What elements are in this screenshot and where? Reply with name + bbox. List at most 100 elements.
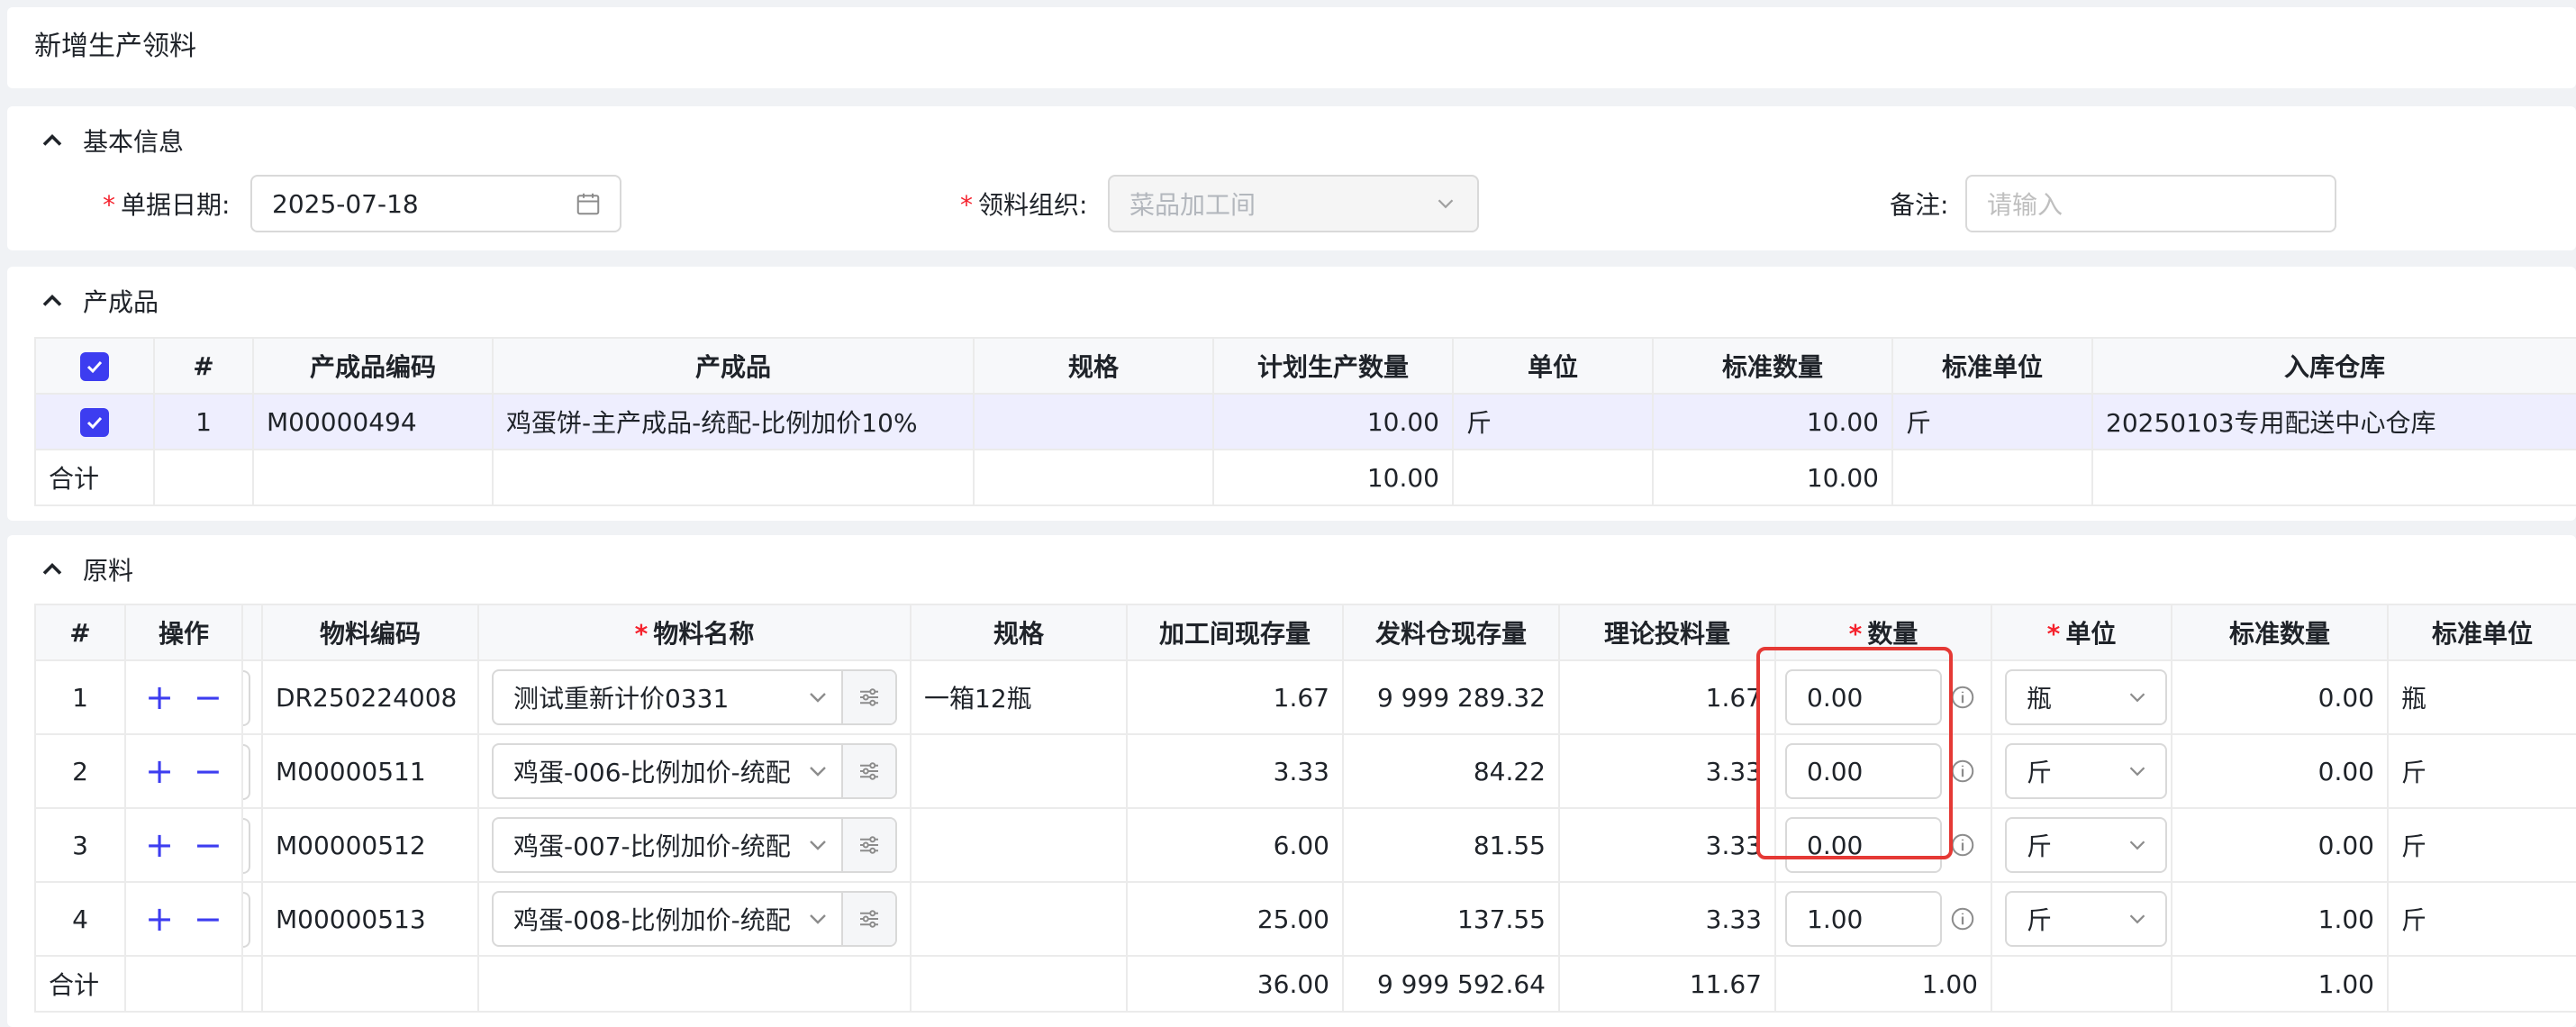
material-spec — [910, 733, 1128, 809]
material-name-select[interactable]: 测试重新计价0331 — [492, 669, 897, 725]
info-icon[interactable] — [1949, 758, 1976, 785]
wh-stock: 84.22 — [1342, 733, 1560, 809]
col-header: 标准数量 — [1652, 337, 1893, 395]
sum-wh-stock: 9 999 592.64 — [1342, 955, 1560, 1013]
product-spec — [973, 393, 1214, 450]
material-code: M00000512 — [261, 807, 479, 883]
remove-row-button[interactable]: − — [194, 754, 222, 788]
remove-row-button[interactable]: − — [194, 902, 222, 936]
date-value: 2025-07-18 — [272, 188, 419, 219]
unit-cell: 斤 — [1991, 733, 2172, 809]
chevron-down-icon — [2124, 905, 2151, 932]
table-header-row: # 产成品编码 产成品 规格 计划生产数量 单位 标准数量 标准单位 入库仓库 — [34, 337, 2576, 395]
product-header[interactable]: 产成品 — [36, 283, 159, 319]
unit-value: 斤 — [2027, 905, 2053, 935]
col-header: 规格 — [910, 604, 1128, 661]
qty-input[interactable]: 1.00 — [1785, 891, 1942, 947]
date-input[interactable]: 2025-07-18 — [250, 175, 621, 232]
theory-qty: 1.67 — [1558, 659, 1776, 735]
sum-std-qty: 1.00 — [2171, 955, 2389, 1013]
table-row[interactable]: 1 M00000494 鸡蛋饼-主产成品-统配-比例加价10% 10.00 斤 … — [34, 393, 2576, 450]
date-label: * 单据日期: — [103, 190, 231, 220]
col-header: * 物料名称 — [477, 604, 912, 661]
sum-qty: 1.00 — [1774, 955, 1992, 1013]
material-name-value: 鸡蛋-007-比例加价-统配 — [513, 832, 791, 861]
std-unit: 斤 — [2387, 881, 2576, 957]
col-header: 标准单位 — [1891, 337, 2093, 395]
page-header: 新增生产领料 — [7, 7, 2576, 88]
sum-theory: 11.67 — [1558, 955, 1776, 1013]
std-qty: 0.00 — [2171, 807, 2389, 883]
unit-select[interactable]: 瓶 — [2005, 669, 2167, 725]
theory-qty: 3.33 — [1558, 807, 1776, 883]
filter-settings-icon[interactable] — [841, 671, 895, 723]
table-row[interactable]: 1 + − DR250224008 测试重新计价0331 一箱12瓶 1.67 … — [34, 659, 2576, 735]
std-qty: 1.00 — [2171, 881, 2389, 957]
unit-cell: 斤 — [1991, 807, 2172, 883]
theory-qty: 3.33 — [1558, 733, 1776, 809]
table-row[interactable]: 3 + − M00000512 鸡蛋-007-比例加价-统配 6.00 81.5… — [34, 807, 2576, 883]
material-name-cell: 鸡蛋-006-比例加价-统配 — [477, 733, 912, 809]
unit-cell: 瓶 — [1991, 659, 2172, 735]
page-title: 新增生产领料 — [34, 31, 196, 62]
remark-label: 备注: — [1890, 190, 1949, 220]
sum-row: 合计 10.00 10.00 — [34, 449, 2576, 506]
std-unit: 斤 — [1891, 393, 2093, 450]
col-header: 标准数量 — [2171, 604, 2389, 661]
remove-row-button[interactable]: − — [194, 828, 222, 862]
sum-row: 合计 36.00 9 999 592.64 11.67 1.00 1.00 — [34, 955, 2576, 1013]
product-code: M00000494 — [252, 393, 494, 450]
info-icon[interactable] — [1949, 832, 1976, 859]
info-icon[interactable] — [1949, 905, 1976, 932]
filter-settings-icon[interactable] — [841, 819, 895, 871]
select-all-checkbox[interactable] — [34, 337, 155, 395]
chevron-up-icon[interactable] — [36, 124, 68, 157]
row-actions: + − — [124, 881, 243, 957]
row-index: 4 — [34, 881, 126, 957]
col-header: 标准单位 — [2387, 604, 2576, 661]
wh-stock: 81.55 — [1342, 807, 1560, 883]
chevron-up-icon[interactable] — [36, 553, 68, 586]
unit-select[interactable]: 斤 — [2005, 743, 2167, 799]
table-row[interactable]: 4 + − M00000513 鸡蛋-008-比例加价-统配 25.00 137… — [34, 881, 2576, 957]
col-header: 计划生产数量 — [1212, 337, 1454, 395]
remove-row-button[interactable]: − — [194, 680, 222, 714]
remark-input[interactable]: 请输入 — [1965, 175, 2336, 232]
material-name-cell: 鸡蛋-007-比例加价-统配 — [477, 807, 912, 883]
std-unit: 斤 — [2387, 733, 2576, 809]
info-icon[interactable] — [1949, 684, 1976, 711]
col-header: # — [153, 337, 254, 395]
sum-plan-qty: 10.00 — [1212, 449, 1454, 506]
chevron-down-icon — [803, 831, 832, 859]
add-row-button[interactable]: + — [145, 680, 174, 714]
material-spec: 一箱12瓶 — [910, 659, 1128, 735]
row-index: 2 — [34, 733, 126, 809]
material-header[interactable]: 原料 — [36, 551, 133, 587]
material-name-select[interactable]: 鸡蛋-008-比例加价-统配 — [492, 891, 897, 947]
chevron-up-icon[interactable] — [36, 285, 68, 317]
product-table: # 产成品编码 产成品 规格 计划生产数量 单位 标准数量 标准单位 入库仓库 … — [34, 337, 2576, 506]
add-row-button[interactable]: + — [145, 828, 174, 862]
org-select[interactable]: 菜品加工间 — [1108, 175, 1479, 232]
filter-settings-icon[interactable] — [841, 745, 895, 797]
unit-value: 瓶 — [2027, 684, 2053, 713]
row-actions: + − — [124, 659, 243, 735]
basic-info-header[interactable]: 基本信息 — [36, 123, 184, 159]
col-header: 发料仓现存量 — [1342, 604, 1560, 661]
unit-select[interactable]: 斤 — [2005, 891, 2167, 947]
row-checkbox[interactable] — [34, 393, 155, 450]
filter-settings-icon[interactable] — [841, 893, 895, 945]
row-actions: + − — [124, 733, 243, 809]
chevron-down-icon — [2124, 684, 2151, 711]
add-row-button[interactable]: + — [145, 754, 174, 788]
fixed-column-divider — [241, 881, 263, 957]
add-row-button[interactable]: + — [145, 902, 174, 936]
col-header: 产成品 — [492, 337, 975, 395]
unit-select[interactable]: 斤 — [2005, 817, 2167, 873]
calendar-icon — [575, 190, 602, 217]
row-actions: + − — [124, 807, 243, 883]
material-name-select[interactable]: 鸡蛋-006-比例加价-统配 — [492, 743, 897, 799]
chevron-down-icon — [2124, 832, 2151, 859]
table-row[interactable]: 2 + − M00000511 鸡蛋-006-比例加价-统配 3.33 84.2… — [34, 733, 2576, 809]
material-name-select[interactable]: 鸡蛋-007-比例加价-统配 — [492, 817, 897, 873]
